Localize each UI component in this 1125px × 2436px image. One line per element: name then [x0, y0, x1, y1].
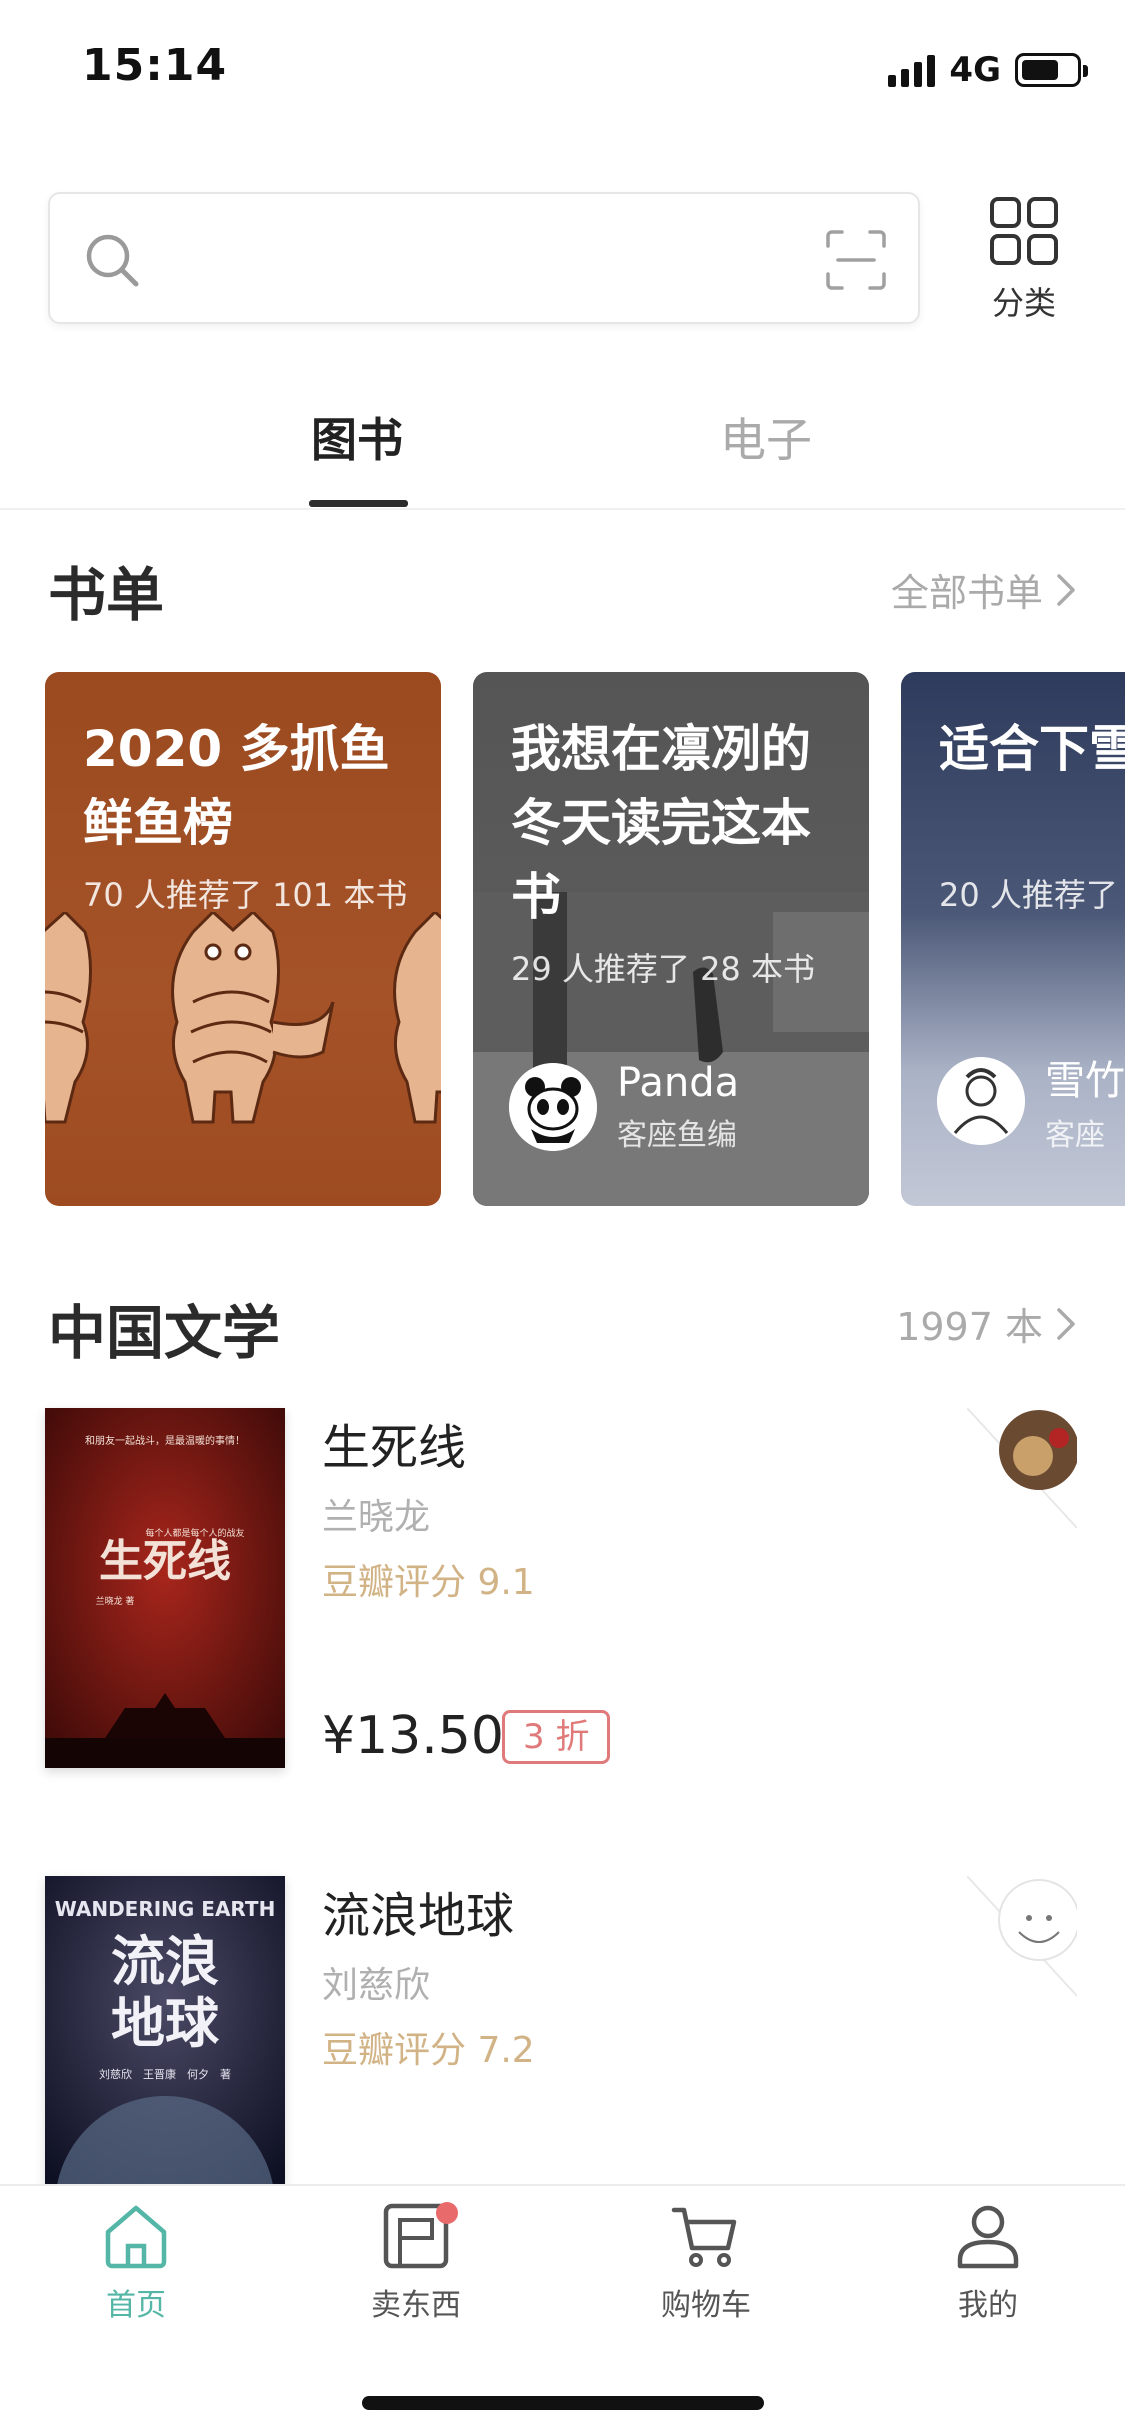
curator-name: 雪竹: [1045, 1058, 1125, 1104]
signal-icon: [888, 53, 936, 87]
chevron-right-icon: [1057, 1307, 1075, 1340]
curator-role: 客座鱼编: [617, 1118, 737, 1153]
booklist-subtitle: 20 人推荐了: [939, 876, 1118, 914]
literature-count: 1997 本: [896, 1305, 1043, 1349]
nav-sell[interactable]: 卖东西: [336, 2200, 496, 2324]
nav-cart[interactable]: 购物车: [626, 2200, 786, 2324]
book-item[interactable]: WANDERING EARTH 流浪 地球 刘慈欣 王晋康 何夕 著 流浪地球 …: [0, 1876, 1125, 2236]
curator-name: Panda: [617, 1060, 740, 1106]
home-icon: [105, 2205, 167, 2269]
book-author: 兰晓龙: [322, 1497, 431, 1538]
booklist-curator[interactable]: 雪竹 客座: [937, 1048, 1125, 1154]
booklist-title: 我想在凛冽的冬天读完这本书: [511, 720, 811, 926]
book-rating: 豆瓣评分 9.1: [322, 1562, 535, 1603]
cover-small-text: 每个人都是每个人的战友: [145, 1527, 244, 1539]
book-item[interactable]: 生死线 和朋友一起战斗，是最温暖的事情！ 每个人都是每个人的战友 兰晓龙 著 生…: [0, 1408, 1125, 1768]
book-cover-art: 生死线 和朋友一起战斗，是最温暖的事情！ 每个人都是每个人的战友 兰晓龙 著: [45, 1408, 285, 1768]
booklist-title: 适合下雪的推理小: [939, 720, 1125, 778]
cover-title-text: 生死线: [99, 1536, 231, 1587]
book-title[interactable]: 流浪地球: [322, 1876, 514, 1946]
search-box[interactable]: [48, 192, 920, 324]
literature-count-link[interactable]: 1997 本: [896, 1296, 1077, 1351]
nav-profile[interactable]: 我的: [908, 2200, 1068, 2324]
panda-avatar: [509, 1063, 597, 1151]
network-type: 4G: [949, 50, 1001, 90]
category-label: 分类: [991, 284, 1056, 322]
book-cover[interactable]: WANDERING EARTH 流浪 地球 刘慈欣 王晋康 何夕 著: [45, 1876, 285, 2184]
scan-icon[interactable]: [824, 228, 888, 292]
tab-books[interactable]: 图书: [311, 404, 403, 470]
book-cover-art: WANDERING EARTH 流浪 地球 刘慈欣 王晋康 何夕 著: [45, 1876, 285, 2184]
cover-authors: 刘慈欣 王晋康 何夕 著: [99, 2067, 231, 2081]
all-booklists-label: 全部书单: [890, 571, 1043, 615]
cover-top-text: 和朋友一起战斗，是最温暖的事情！: [85, 1434, 245, 1447]
search-icon: [86, 234, 139, 287]
user-avatar: [937, 1057, 1025, 1145]
search-input[interactable]: [160, 224, 820, 294]
booklist-subtitle: 29 人推荐了 28 本书: [511, 950, 815, 988]
fish-illustration: [45, 912, 441, 1124]
category-button[interactable]: 分类: [978, 196, 1070, 324]
status-indicators: 4G: [888, 50, 1088, 90]
notification-badge: [436, 2202, 458, 2224]
battery-icon: [1015, 53, 1088, 87]
status-time: 15:14: [82, 40, 228, 91]
booklist-title: 2020 多抓鱼鲜鱼榜: [83, 720, 390, 852]
nav-sell-label: 卖东西: [371, 2288, 461, 2323]
book-author: 刘慈欣: [322, 1965, 431, 2006]
booklist-curator[interactable]: Panda 客座鱼编: [509, 1060, 739, 1154]
booklist-card[interactable]: 2020 多抓鱼鲜鱼榜 70 人推荐了 101 本书: [45, 672, 441, 1206]
book-cover[interactable]: 生死线 和朋友一起战斗，是最温暖的事情！ 每个人都是每个人的战友 兰晓龙 著: [45, 1408, 285, 1768]
discount-badge: 3 折: [502, 1710, 611, 1764]
tab-bar: 图书 电子: [0, 380, 1125, 510]
nav-profile-label: 我的: [958, 2288, 1018, 2323]
cover-english-title: WANDERING EARTH: [55, 1897, 276, 1921]
nav-home[interactable]: 首页: [56, 2200, 216, 2324]
profile-icon: [957, 2205, 1019, 2269]
tab-ebooks[interactable]: 电子: [720, 404, 812, 470]
booklist-section-title: 书单: [48, 561, 165, 629]
cover-title-line2: 地球: [111, 1991, 220, 2055]
nav-home-label: 首页: [106, 2288, 166, 2323]
home-indicator: [362, 2396, 764, 2410]
booklist-carousel[interactable]: 2020 多抓鱼鲜鱼榜 70 人推荐了 101 本书 我想在凛冽的冬天读完这本书…: [45, 672, 1125, 1208]
chevron-right-icon: [1057, 573, 1075, 606]
all-booklists-link[interactable]: 全部书单: [891, 562, 1077, 617]
booklist-card[interactable]: 适合下雪的推理小 20 人推荐了 雪竹 客座: [901, 672, 1125, 1206]
book-rating: 豆瓣评分 7.2: [322, 2030, 535, 2071]
cover-title-line1: 流浪: [111, 1929, 219, 1993]
booklist-subtitle: 70 人推荐了 101 本书: [83, 876, 408, 914]
book-price: ¥13.50: [322, 1706, 504, 1766]
booklist-card[interactable]: 我想在凛冽的冬天读完这本书 29 人推荐了 28 本书 Panda 客座鱼编: [473, 672, 869, 1206]
winter-photo: [473, 892, 869, 1206]
seller-avatar[interactable]: [967, 1876, 1077, 2006]
curator-role: 客座: [1045, 1118, 1105, 1153]
seller-avatar[interactable]: [967, 1408, 1077, 1538]
literature-section-title: 中国文学: [48, 1299, 281, 1367]
book-title[interactable]: 生死线: [322, 1408, 466, 1478]
cart-icon: [671, 2207, 737, 2267]
tab-active-indicator: [309, 500, 408, 507]
grid-icon: [990, 197, 1058, 265]
cover-author-text: 兰晓龙 著: [96, 1595, 135, 1607]
nav-cart-label: 购物车: [661, 2288, 751, 2323]
status-bar: 15:14 4G: [0, 0, 1125, 140]
